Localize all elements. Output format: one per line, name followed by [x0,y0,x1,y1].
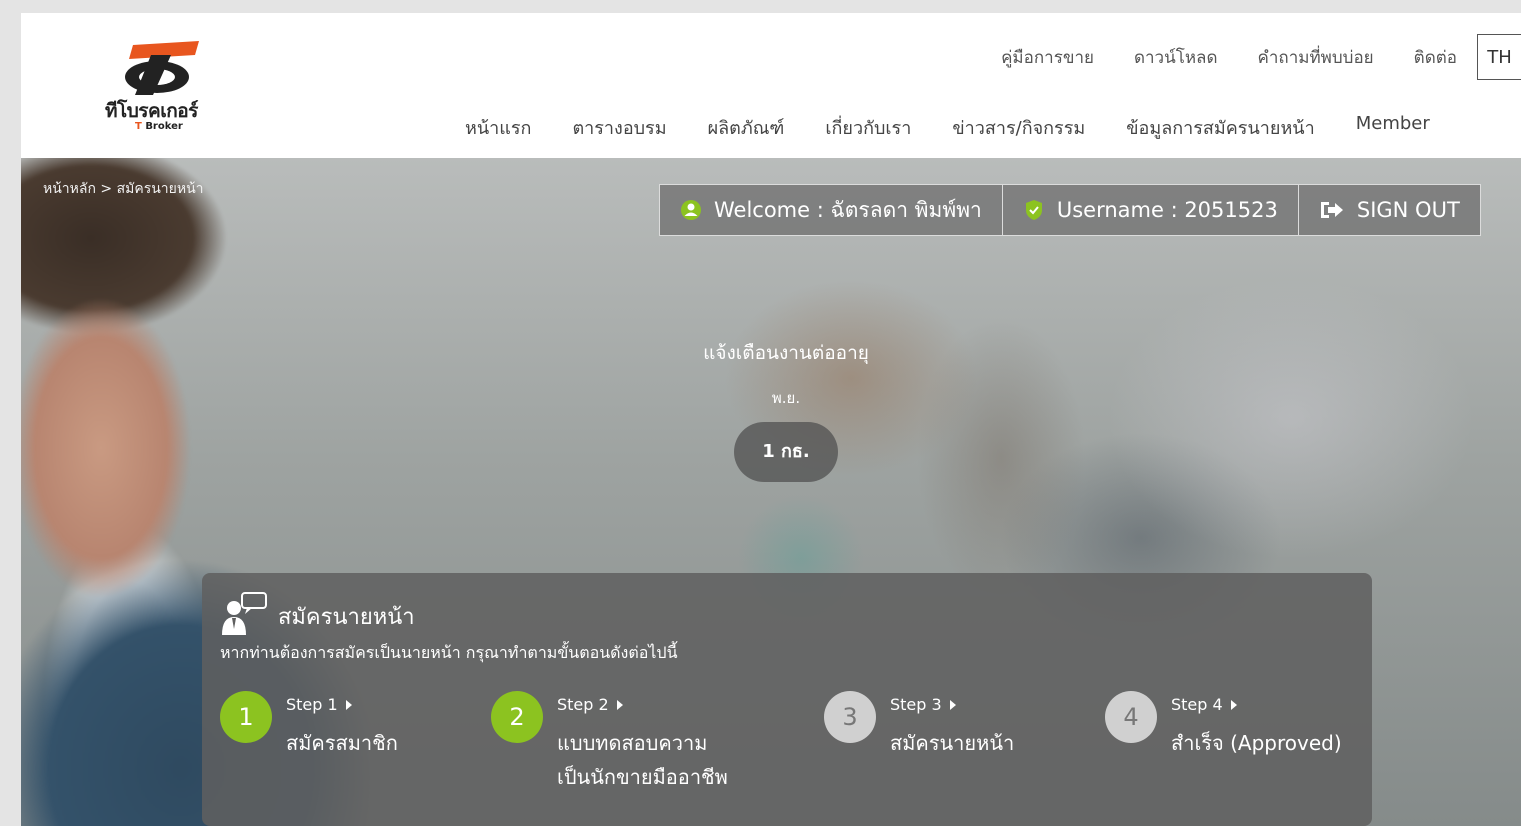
step-title: สมัครสมาชิก [286,731,398,755]
register-broker-panel: สมัครนายหน้า หากท่านต้องการสมัครเป็นนายห… [202,573,1372,826]
step-label: Step 1 [286,695,398,714]
nav-training-schedule[interactable]: ตารางอบรม [572,113,666,142]
logo-subtext: T Broker [135,121,183,132]
browser-viewport: ทีโบรคเกอร์ T Broker คู่มือการขาย ดาวน์โ… [21,13,1521,826]
caret-right-icon [949,699,956,710]
logo-mark-icon [125,41,199,95]
caret-right-icon [616,699,623,710]
caret-right-icon [345,699,352,710]
nav-products[interactable]: ผลิตภัณฑ์ [708,113,785,142]
hero-section: หน้าหลัก > สมัครนายหน้า Welcome : ฉัตรลด… [21,158,1521,826]
caret-right-icon [1230,699,1237,710]
renewal-notice: แจ้งเตือนงานต่ออายุ พ.ย. 1 กธ. [661,338,911,482]
notice-title: แจ้งเตือนงานต่ออายุ [703,342,869,364]
step-number-badge: 2 [491,691,543,743]
username-text: Username : 2051523 [1056,198,1278,222]
step-number-badge: 3 [824,691,876,743]
step-title: แบบทดสอบความ เป็นนักขายมืออาชีพ [557,731,728,789]
notice-date-pill[interactable]: 1 กธ. [734,422,838,482]
nav-about[interactable]: เกี่ยวกับเรา [825,113,911,142]
step-4[interactable]: 4 Step 4 สำเร็จ (Approved) [1105,691,1342,760]
nav-news[interactable]: ข่าวสาร/กิจกรรม [952,113,1085,142]
step-3[interactable]: 3 Step 3 สมัครนายหน้า [824,691,1014,760]
panel-title: สมัครนายหน้า [278,604,415,630]
nav-home[interactable]: หน้าแรก [465,113,531,142]
sign-out-label: SIGN OUT [1356,198,1460,222]
username-item: Username : 2051523 [1003,185,1299,235]
step-1[interactable]: 1 Step 1 สมัครสมาชิก [220,691,398,760]
breadcrumb[interactable]: หน้าหลัก > สมัครนายหน้า [43,178,204,200]
tbroker-logo[interactable]: ทีโบรคเกอร์ T Broker [101,39,221,135]
check-shield-icon [1023,199,1045,221]
welcome-item: Welcome : ฉัตรลดา พิมพ์พา [660,185,1003,235]
main-nav: หน้าแรก ตารางอบรม ผลิตภัณฑ์ เกี่ยวกับเรา… [465,113,1471,142]
step-label: Step 3 [890,695,1014,714]
toplink-contact[interactable]: ติดต่อ [1414,44,1457,71]
step-label: Step 2 [557,695,728,714]
nav-member[interactable]: Member [1356,113,1430,142]
toplink-download[interactable]: ดาวน์โหลด [1134,44,1218,71]
welcome-text: Welcome : ฉัตรลดา พิมพ์พา [714,197,982,222]
language-switch[interactable]: TH [1477,34,1521,80]
panel-description: หากท่านต้องการสมัครเป็นนายหน้า กรุณาทำตา… [220,643,678,662]
top-links: คู่มือการขาย ดาวน์โหลด คำถามที่พบบ่อย ติ… [1001,34,1521,80]
user-icon [680,199,702,221]
step-title: สมัครนายหน้า [890,731,1015,755]
step-label: Step 4 [1171,695,1342,714]
sign-out-icon [1319,199,1345,221]
agent-icon [220,591,268,641]
toplink-sales-manual[interactable]: คู่มือการขาย [1001,44,1094,71]
user-bar: Welcome : ฉัตรลดา พิมพ์พา Username : 205… [659,184,1481,236]
sign-out-button[interactable]: SIGN OUT [1299,185,1480,235]
step-2[interactable]: 2 Step 2 แบบทดสอบความ เป็นนักขายมืออาชีพ [491,691,728,794]
step-number-badge: 4 [1105,691,1157,743]
site-header: ทีโบรคเกอร์ T Broker คู่มือการขาย ดาวน์โ… [21,13,1521,158]
panel-header: สมัครนายหน้า [220,591,415,641]
step-number-badge: 1 [220,691,272,743]
step-title: สำเร็จ (Approved) [1171,731,1342,755]
toplink-faq[interactable]: คำถามที่พบบ่อย [1258,44,1374,71]
notice-month: พ.ย. [771,389,801,407]
nav-broker-registration-info[interactable]: ข้อมูลการสมัครนายหน้า [1126,113,1314,142]
